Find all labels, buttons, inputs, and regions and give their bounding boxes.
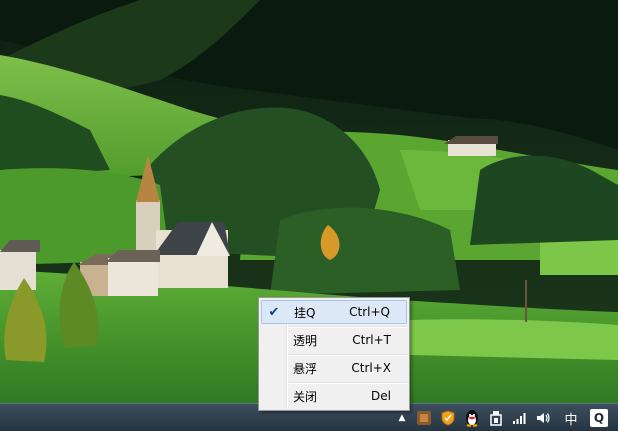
menu-item-label: 悬浮 (293, 361, 318, 376)
menu-item-shortcut: Ctrl+X (351, 361, 391, 375)
usb-device-icon[interactable] (486, 408, 506, 428)
menu-item-transparent[interactable]: 透明 Ctrl+T (261, 328, 407, 352)
tray-context-menu: ✔ 挂Q Ctrl+Q 透明 Ctrl+T 悬浮 Ctrl+X 关闭 Del (258, 297, 410, 411)
shield-icon[interactable] (438, 408, 458, 428)
app-tray-icon[interactable] (414, 408, 434, 428)
menu-item-shortcut: Ctrl+Q (349, 305, 390, 319)
menu-item-shortcut: Del (371, 389, 391, 403)
menu-item-close[interactable]: 关闭 Del (261, 384, 407, 408)
menu-item-float[interactable]: 悬浮 Ctrl+X (261, 356, 407, 380)
q-tray-badge[interactable]: Q (590, 409, 608, 427)
input-language-indicator[interactable]: 中 (560, 408, 582, 428)
menu-item-label: 透明 (293, 333, 318, 348)
menu-item-label: 关闭 (293, 389, 318, 404)
qq-penguin-icon[interactable] (462, 408, 482, 428)
menu-item-shortcut: Ctrl+T (352, 333, 391, 347)
checkmark-icon: ✔ (268, 304, 280, 320)
show-hidden-icons-arrow-icon: ▲ (398, 413, 406, 423)
network-signal-icon[interactable] (510, 408, 530, 428)
menu-item-hang-q[interactable]: ✔ 挂Q Ctrl+Q (261, 300, 407, 324)
volume-icon[interactable] (533, 408, 553, 428)
show-hidden-icons-button[interactable]: ▲ (392, 408, 412, 428)
menu-item-label: 挂Q (294, 305, 316, 320)
